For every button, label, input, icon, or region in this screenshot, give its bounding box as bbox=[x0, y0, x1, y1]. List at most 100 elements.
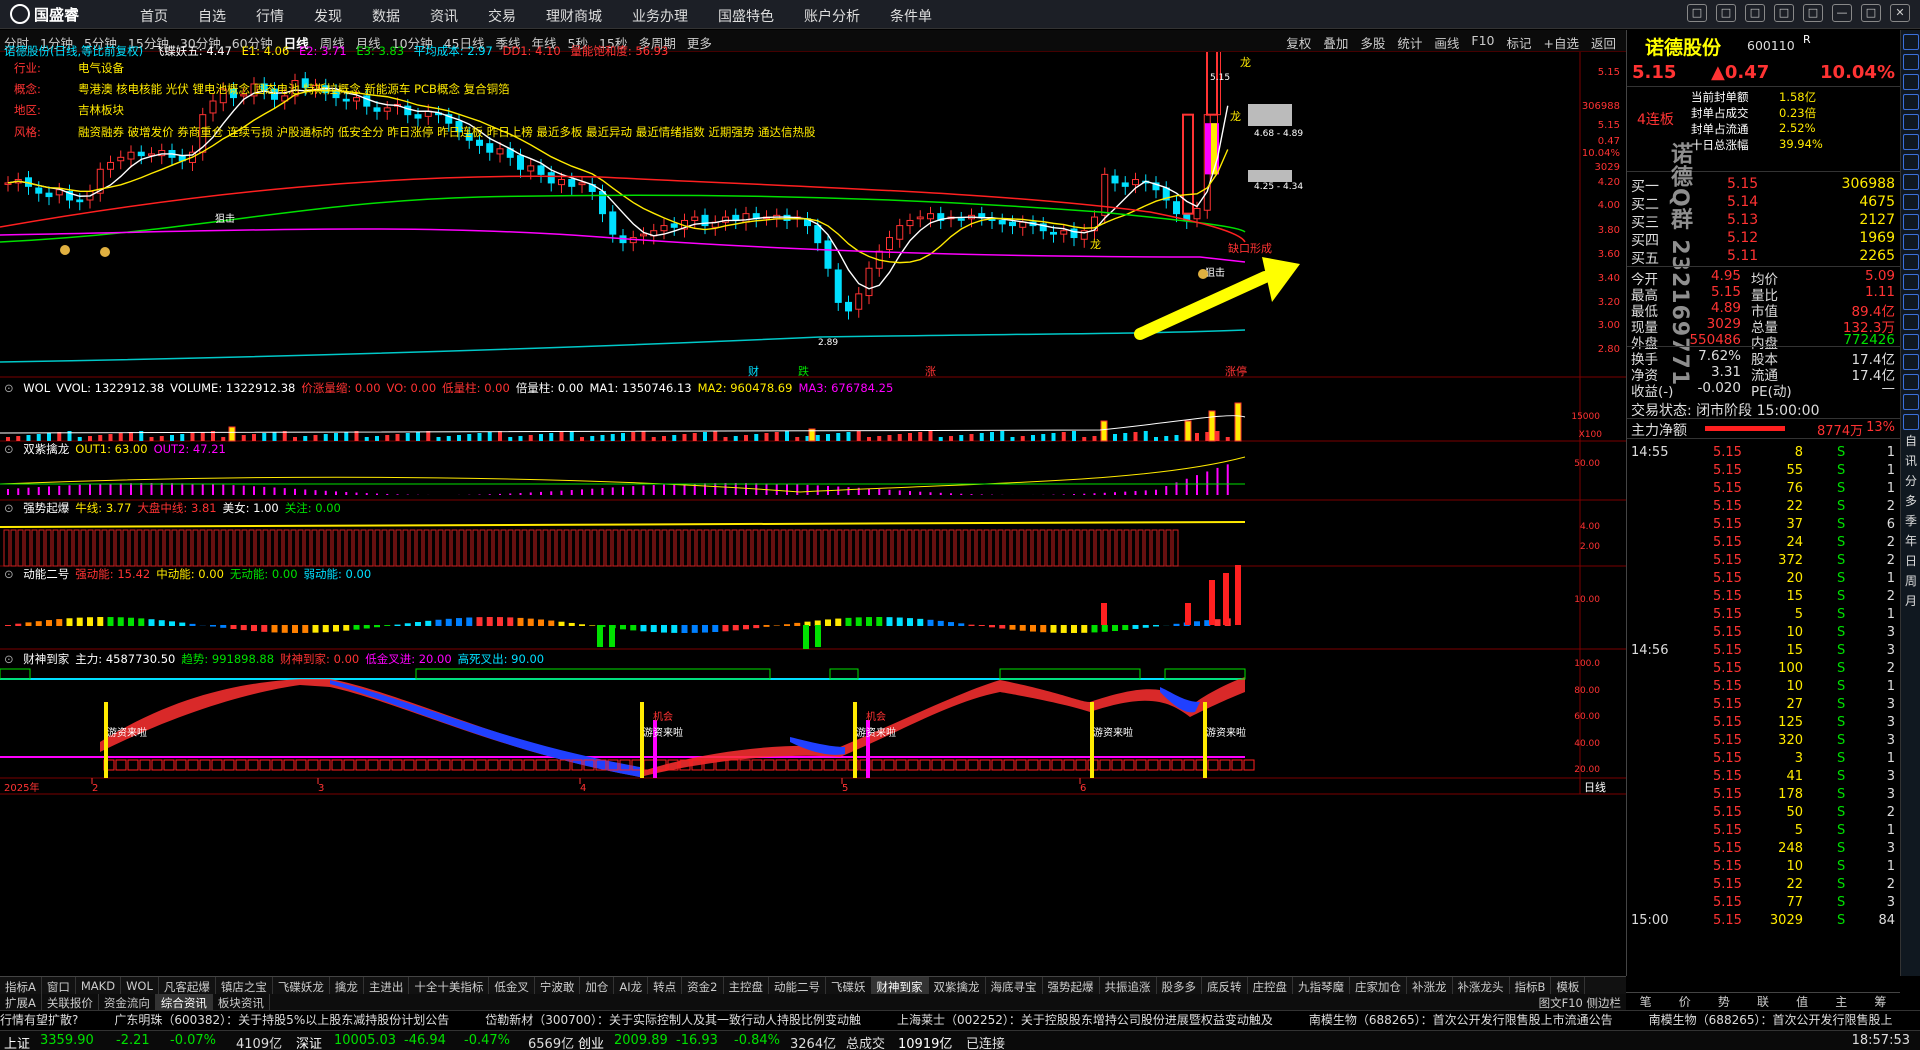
menu-item[interactable]: 自选 bbox=[198, 6, 226, 26]
indicator-tab[interactable]: AI龙 bbox=[614, 977, 649, 994]
quote-tab[interactable]: 笔 bbox=[1626, 993, 1665, 1010]
sidebar-tool-icon[interactable] bbox=[1903, 94, 1919, 110]
indicator-tab[interactable]: 加仓 bbox=[580, 977, 615, 994]
sidebar-tool-icon[interactable] bbox=[1903, 254, 1919, 270]
indicator-tab[interactable]: 财神到家 bbox=[871, 977, 929, 994]
chart-tool-button[interactable]: 统计 bbox=[1397, 33, 1422, 52]
quote-tab[interactable]: 筹 bbox=[1861, 993, 1900, 1010]
news-item[interactable]: 南模生物（688265）：首次公开发行限售股上市流通公告 bbox=[1309, 1013, 1613, 1027]
chart-tool-button[interactable]: F10 bbox=[1471, 33, 1494, 52]
indicator-tab[interactable]: 宁波敢 bbox=[535, 977, 581, 994]
indicator-tab[interactable]: 镇店之宝 bbox=[216, 977, 273, 994]
window-button[interactable]: — bbox=[1832, 4, 1852, 22]
indicator-tab[interactable]: 补涨龙头 bbox=[1453, 977, 1510, 994]
tick-list[interactable]: 14:55 5.15 8 S 1 5.15 55 S 1 5.15 76 S 1 5.15 22 S 2 5.15… bbox=[1627, 438, 1901, 994]
sidebar-tool-icon[interactable] bbox=[1903, 334, 1919, 350]
sidebar-tool-icon[interactable] bbox=[1903, 34, 1919, 50]
window-button[interactable]: □ bbox=[1774, 4, 1794, 22]
menu-item[interactable]: 国盛特色 bbox=[718, 6, 774, 26]
sidebar-tool-icon[interactable] bbox=[1903, 134, 1919, 150]
info-tab[interactable]: 资金流向 bbox=[99, 994, 156, 1010]
indicator-tab[interactable]: 低金叉 bbox=[489, 977, 535, 994]
indicator-tab[interactable]: 底反转 bbox=[1202, 977, 1248, 994]
sidebar-label[interactable]: 多 bbox=[1903, 494, 1919, 510]
sidebar-label[interactable]: 讯 bbox=[1903, 454, 1919, 470]
panel-toggle-icon[interactable]: ⊙ bbox=[4, 567, 17, 581]
panel-toggle-icon[interactable]: ⊙ bbox=[4, 381, 17, 395]
sidebar-tool-icon[interactable] bbox=[1903, 314, 1919, 330]
menu-item[interactable]: 首页 bbox=[140, 6, 168, 26]
info-tab[interactable]: 板块资讯 bbox=[213, 994, 270, 1010]
panel-toggle-icon[interactable]: ⊙ bbox=[4, 442, 17, 456]
indicator-tab[interactable]: MAKD bbox=[76, 977, 122, 994]
panel-toggle-icon[interactable]: ⊙ bbox=[4, 501, 17, 515]
period-tab[interactable]: 更多 bbox=[687, 33, 712, 52]
window-button[interactable]: □ bbox=[1861, 4, 1881, 22]
quote-tab[interactable]: 势 bbox=[1704, 993, 1743, 1010]
indicator-tab[interactable]: 窗口 bbox=[42, 977, 76, 994]
sidebar-label[interactable]: 日 bbox=[1903, 554, 1919, 570]
indicator-tab[interactable]: 凡客起爆 bbox=[159, 977, 216, 994]
indicator-tab[interactable]: 转点 bbox=[648, 977, 683, 994]
indicator-tab[interactable]: 飞碟妖 bbox=[826, 977, 872, 994]
sidebar-label[interactable]: 周 bbox=[1903, 574, 1919, 590]
indicator-tab[interactable]: 庄家加仓 bbox=[1350, 977, 1407, 994]
window-button[interactable]: □ bbox=[1803, 4, 1823, 22]
indicator-tab[interactable]: 九指琴魔 bbox=[1293, 977, 1350, 994]
menu-item[interactable]: 数据 bbox=[372, 6, 400, 26]
sidebar-label[interactable]: 自 bbox=[1903, 434, 1919, 450]
chart-tool-button[interactable]: 叠加 bbox=[1323, 33, 1348, 52]
window-button[interactable]: □ bbox=[1716, 4, 1736, 22]
menu-item[interactable]: 行情 bbox=[256, 6, 284, 26]
quote-tab[interactable]: 主 bbox=[1822, 993, 1861, 1010]
sidebar-tool-icon[interactable] bbox=[1903, 114, 1919, 130]
menu-item[interactable]: 业务办理 bbox=[632, 6, 688, 26]
indicator-tab[interactable]: 资金2 bbox=[682, 977, 724, 994]
app-logo[interactable]: 国盛睿 bbox=[10, 4, 79, 25]
indicator-tab[interactable]: 十全十美指标 bbox=[409, 977, 490, 994]
window-button[interactable]: □ bbox=[1745, 4, 1765, 22]
sidebar-tool-icon[interactable] bbox=[1903, 74, 1919, 90]
sidebar-tool-icon[interactable] bbox=[1903, 54, 1919, 70]
indicator-tab[interactable]: 主控盘 bbox=[724, 977, 769, 994]
indicator-tab[interactable]: 强势起爆 bbox=[1043, 977, 1100, 994]
sidebar-tool-icon[interactable] bbox=[1903, 374, 1919, 390]
quote-tab[interactable]: 值 bbox=[1783, 993, 1822, 1010]
sidebar-label[interactable]: 月 bbox=[1903, 594, 1919, 610]
sidebar-tool-icon[interactable] bbox=[1903, 414, 1919, 430]
chart-tool-button[interactable]: 多股 bbox=[1360, 33, 1385, 52]
sidebar-label[interactable]: 分 bbox=[1903, 474, 1919, 490]
news-item[interactable]: 岱勒新材（300700）：关于实际控制人及其一致行动人持股比例变动触 bbox=[485, 1013, 861, 1027]
news-item[interactable]: 行情有望扩散? bbox=[0, 1013, 78, 1027]
sidebar-tool-icon[interactable] bbox=[1903, 154, 1919, 170]
indicator-tab[interactable]: 擒龙 bbox=[330, 977, 364, 994]
panel-toggle-icon[interactable]: ⊙ bbox=[4, 652, 17, 666]
sidebar-tool-icon[interactable] bbox=[1903, 354, 1919, 370]
chart-tool-button[interactable]: 标记 bbox=[1506, 33, 1531, 52]
info-tab[interactable]: 扩展A bbox=[0, 994, 42, 1010]
sidebar-tool-icon[interactable] bbox=[1903, 394, 1919, 410]
indicator-tab[interactable]: 双紫擒龙 bbox=[929, 977, 986, 994]
menu-item[interactable]: 理财商城 bbox=[546, 6, 602, 26]
indicator-tab[interactable]: 模板 bbox=[1551, 977, 1586, 994]
indicator-tab[interactable]: 指标B bbox=[1510, 977, 1552, 994]
news-item[interactable]: 南模生物（688265）：首次公开发行限售股上 bbox=[1649, 1013, 1893, 1027]
quote-tab[interactable]: 价 bbox=[1665, 993, 1704, 1010]
sidebar-tool-icon[interactable] bbox=[1903, 274, 1919, 290]
menu-item[interactable]: 交易 bbox=[488, 6, 516, 26]
indicator-tab[interactable]: 共振追涨 bbox=[1100, 977, 1157, 994]
indicator-tab[interactable]: 主进出 bbox=[364, 977, 410, 994]
f10-sidebar-toggle[interactable]: 图文F10 侧边栏 bbox=[1534, 994, 1626, 1010]
indicator-tab[interactable]: 庄控盘 bbox=[1248, 977, 1293, 994]
window-button[interactable]: □ bbox=[1687, 4, 1707, 22]
chart-tool-button[interactable]: 画线 bbox=[1434, 33, 1459, 52]
menu-item[interactable]: 条件单 bbox=[890, 6, 932, 26]
chart-tool-button[interactable]: +自选 bbox=[1544, 33, 1579, 52]
indicator-tab[interactable]: WOL bbox=[121, 977, 159, 994]
indicator-tab[interactable]: 海底寻宝 bbox=[986, 977, 1043, 994]
indicator-tab[interactable]: 动能二号 bbox=[769, 977, 826, 994]
sidebar-tool-icon[interactable] bbox=[1903, 194, 1919, 210]
indicator-tab[interactable]: 股多多 bbox=[1157, 977, 1202, 994]
info-tab[interactable]: 关联报价 bbox=[42, 994, 99, 1010]
menu-item[interactable]: 发现 bbox=[314, 6, 342, 26]
